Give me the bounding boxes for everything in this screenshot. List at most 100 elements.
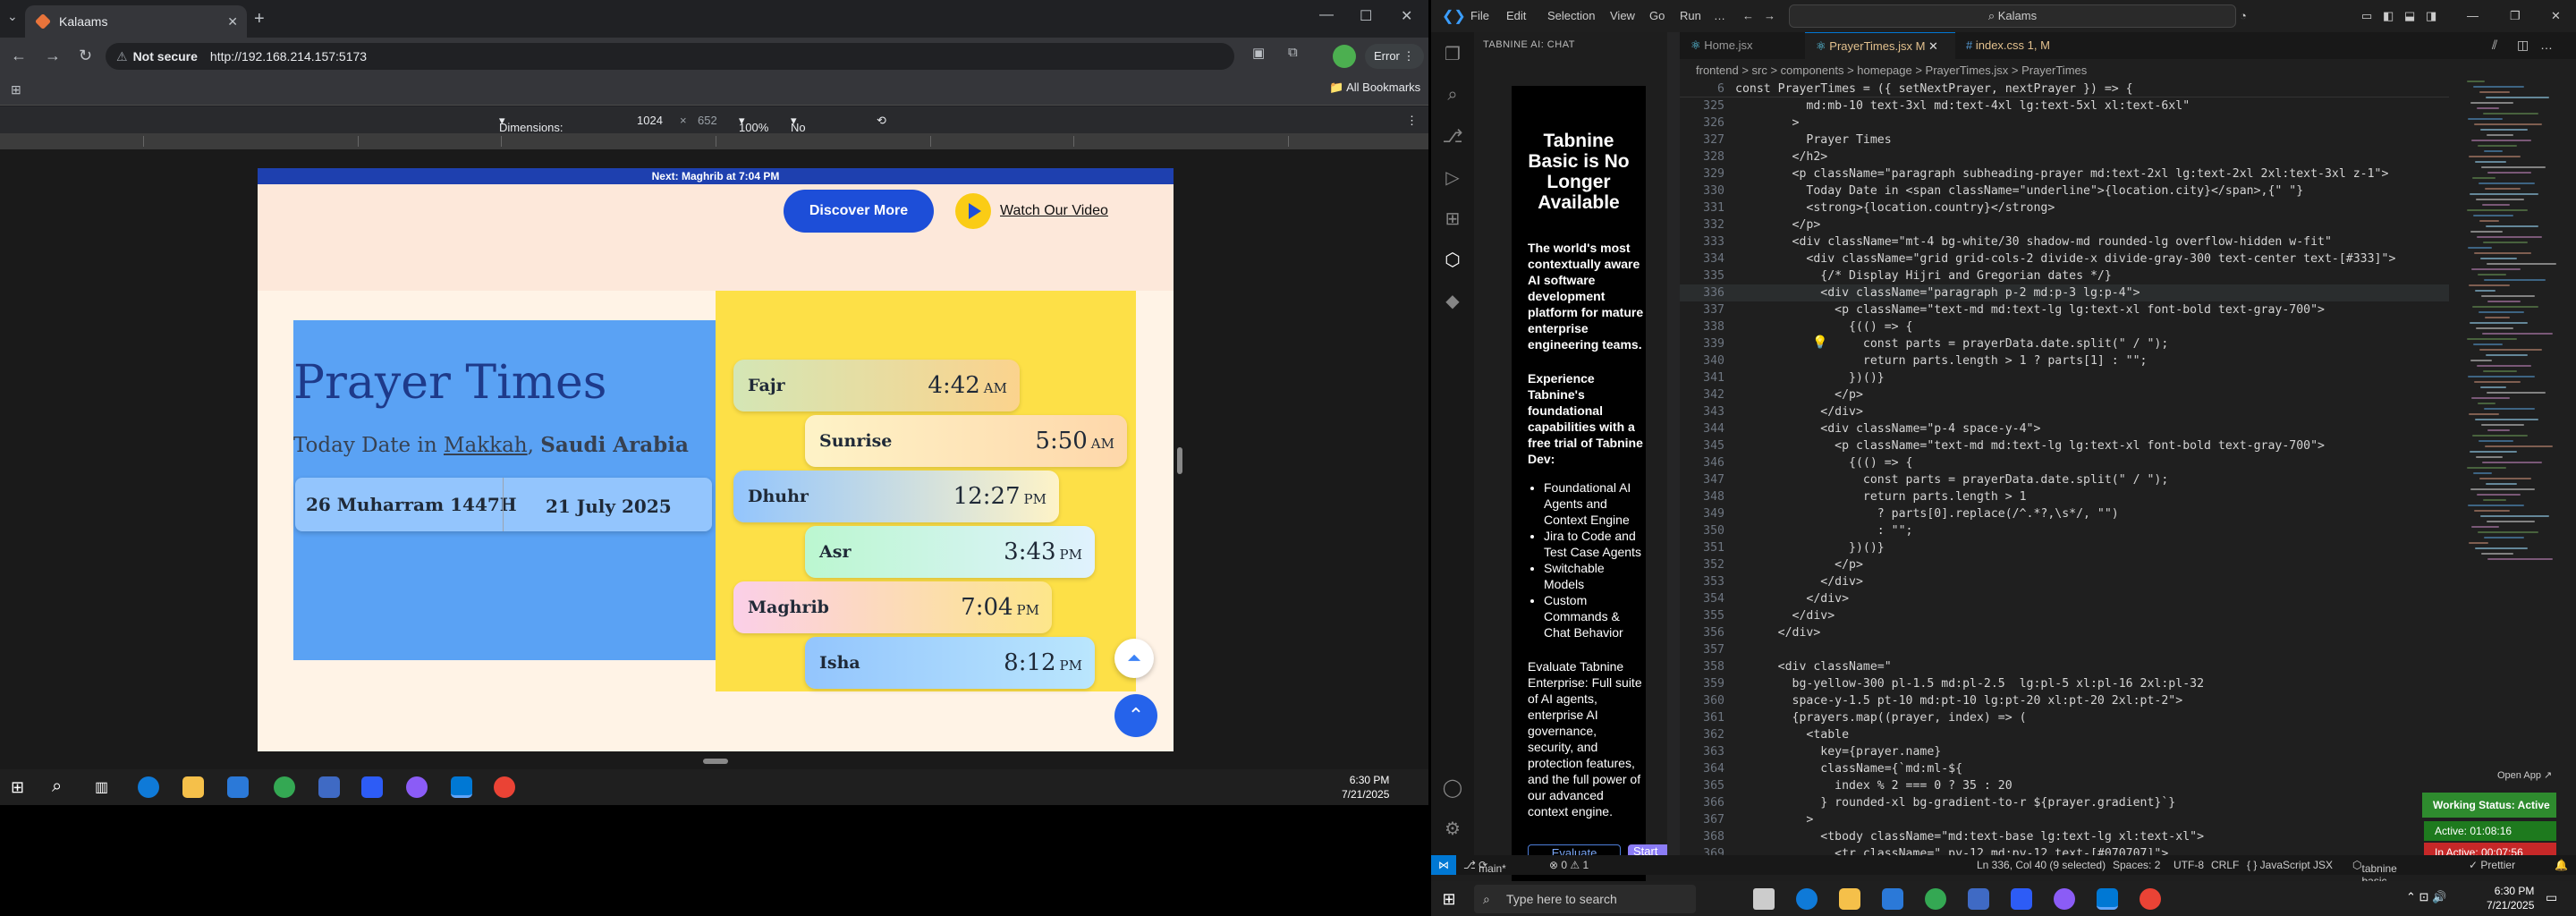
tab-index-css[interactable]: # index.css 1, M: [1955, 32, 2080, 59]
problems-status[interactable]: ⊗ 0 ⚠ 1: [1549, 859, 1589, 871]
profile-avatar[interactable]: [1333, 45, 1356, 68]
reload-icon[interactable]: ↻: [79, 47, 92, 65]
scroll-top-button[interactable]: ⏶: [1114, 639, 1154, 678]
menu-item[interactable]: View: [1610, 9, 1635, 22]
nav-forward-icon[interactable]: →: [1764, 9, 1775, 22]
minimap[interactable]: [2467, 81, 2556, 581]
tab-search-icon[interactable]: ⌄: [7, 9, 18, 24]
language-mode[interactable]: { } JavaScript JSX: [2247, 859, 2333, 871]
close-window-icon[interactable]: ✕: [2551, 9, 2561, 23]
menu-item[interactable]: Edit: [1506, 9, 1526, 22]
browser-tab-kalaams[interactable]: Kalaams ✕: [25, 5, 247, 38]
file-explorer-icon[interactable]: [182, 776, 204, 798]
discover-more-button[interactable]: Discover More: [784, 190, 934, 233]
puzzle-icon[interactable]: ⧉: [1288, 45, 1298, 60]
file-explorer-icon[interactable]: [1839, 888, 1860, 910]
notifications-icon[interactable]: 🔔: [2555, 859, 2568, 871]
vscode-taskbar-icon[interactable]: [2097, 888, 2118, 910]
vscode-taskbar-icon[interactable]: [451, 776, 472, 798]
task-view-icon[interactable]: [1753, 888, 1775, 910]
close-tab-icon[interactable]: ✕: [227, 14, 238, 30]
search-icon[interactable]: ⌕: [1442, 84, 1463, 106]
restore-icon[interactable]: ❐: [2510, 9, 2521, 23]
watch-video-link[interactable]: Watch Our Video: [955, 193, 1108, 229]
menu-item[interactable]: File: [1470, 9, 1489, 22]
store-icon[interactable]: [227, 776, 249, 798]
line-ending[interactable]: CRLF: [2211, 859, 2239, 871]
zoom-icon[interactable]: [361, 776, 383, 798]
error-chip[interactable]: Error ⋮: [1365, 44, 1424, 69]
app-icon[interactable]: [1968, 888, 1989, 910]
more-actions-icon[interactable]: …: [2540, 38, 2553, 52]
width-input[interactable]: 1024: [637, 114, 663, 127]
devtools-more-icon[interactable]: ⋮: [1406, 114, 1418, 128]
apps-grid-icon[interactable]: ⊞: [11, 82, 21, 98]
panel-toggle-icon[interactable]: ⬓: [2404, 9, 2415, 23]
secondary-sidebar-icon[interactable]: ◨: [2426, 9, 2436, 23]
prettier-status[interactable]: ✓ Prettier: [2469, 859, 2515, 871]
all-bookmarks-link[interactable]: 📁 All Bookmarks: [1329, 81, 1420, 95]
task-view-icon[interactable]: ▥: [95, 778, 108, 796]
open-app-link[interactable]: Open App ↗: [2497, 769, 2552, 781]
tab-home-jsx[interactable]: ⚛ Home.jsx: [1680, 32, 1805, 59]
new-tab-icon[interactable]: +: [254, 9, 265, 30]
system-tray-icons[interactable]: ⌃ ⊡ 🔊: [2406, 890, 2446, 904]
source-control-icon[interactable]: ⎇: [1442, 125, 1463, 147]
github-icon[interactable]: [2054, 888, 2075, 910]
menu-item[interactable]: …: [1714, 9, 1725, 22]
windows-start-icon[interactable]: ⊞: [1440, 890, 1458, 908]
chrome-icon[interactable]: [1925, 888, 1946, 910]
zoom-icon[interactable]: [2011, 888, 2032, 910]
rotate-icon[interactable]: ⟲: [877, 114, 886, 128]
close-window-icon[interactable]: ✕: [1401, 7, 1412, 25]
maximize-icon[interactable]: ☐: [1360, 7, 1372, 25]
split-editor-icon[interactable]: ⫽: [2492, 38, 2497, 53]
extension-icon[interactable]: ▣: [1252, 45, 1265, 61]
copilot-icon[interactable]: ◔: [2240, 9, 2247, 22]
chrome-icon[interactable]: [274, 776, 295, 798]
encoding[interactable]: UTF-8: [2174, 859, 2204, 871]
scroll-up-button[interactable]: ⌃: [1114, 694, 1157, 737]
indentation[interactable]: Spaces: 2: [2113, 859, 2160, 871]
taskbar-clock[interactable]: 6:30 PM 7/21/2025: [1342, 773, 1389, 802]
tab-prayertimes-jsx[interactable]: ⚛ PrayerTimes.jsx M ✕: [1805, 32, 1955, 59]
store-icon[interactable]: [1882, 888, 1903, 910]
command-center[interactable]: ⌕ Kalams: [1789, 4, 2236, 28]
tabnine-status[interactable]: ⬡ tabnine basic: [2352, 859, 2397, 881]
address-bar[interactable]: ⚠ Not secure http://192.168.214.157:5173: [106, 43, 1234, 70]
back-icon[interactable]: ←: [11, 47, 27, 65]
account-icon[interactable]: ◯: [1442, 776, 1463, 798]
taskbar-clock[interactable]: 6:30 PM 7/21/2025: [2487, 884, 2534, 912]
taskbar-search-input[interactable]: ⌕ Type here to search: [1474, 885, 1696, 913]
viewport-resize-handle-bottom[interactable]: [703, 759, 728, 764]
panel-divider[interactable]: [1667, 32, 1680, 855]
explorer-icon[interactable]: ❐: [1442, 43, 1463, 64]
chrome-icon-2[interactable]: [494, 776, 515, 798]
branch-status[interactable]: ⎇ main* ⟳: [1463, 859, 1506, 875]
viewport-resize-handle-right[interactable]: [1177, 447, 1182, 474]
minimize-icon[interactable]: —: [1319, 7, 1334, 23]
cursor-position[interactable]: Ln 336, Col 40 (9 selected): [1977, 859, 2106, 871]
dimensions-dropdown[interactable]: Dimensions: Responsive ▾: [499, 114, 564, 148]
settings-gear-icon[interactable]: ⚙: [1442, 818, 1463, 839]
open-changes-icon[interactable]: ◫: [2517, 38, 2529, 53]
tabnine-icon[interactable]: ⬡: [1442, 249, 1463, 270]
height-input[interactable]: 652: [698, 114, 717, 127]
zoom-dropdown[interactable]: 100% ▾: [739, 114, 768, 134]
app-icon[interactable]: [318, 776, 340, 798]
nav-back-icon[interactable]: ←: [1742, 9, 1754, 22]
menu-item[interactable]: Run: [1680, 9, 1701, 22]
menu-item[interactable]: Go: [1649, 9, 1665, 22]
throttling-dropdown[interactable]: No throttling ▾: [791, 114, 835, 148]
forward-icon[interactable]: →: [45, 47, 61, 65]
windows-start-icon[interactable]: ⊞: [11, 778, 24, 797]
remote-icon[interactable]: ⋈: [1431, 855, 1456, 875]
extensions-icon[interactable]: ⊞: [1442, 208, 1463, 229]
edge-icon[interactable]: [1796, 888, 1818, 910]
minimize-icon[interactable]: —: [2467, 9, 2479, 22]
notification-center-icon[interactable]: ▭: [2546, 890, 2557, 905]
run-debug-icon[interactable]: ▷: [1442, 166, 1463, 188]
menu-item[interactable]: Selection: [1547, 9, 1595, 22]
chrome-icon-2[interactable]: [2140, 888, 2161, 910]
layout-icon[interactable]: ▭: [2361, 9, 2372, 23]
